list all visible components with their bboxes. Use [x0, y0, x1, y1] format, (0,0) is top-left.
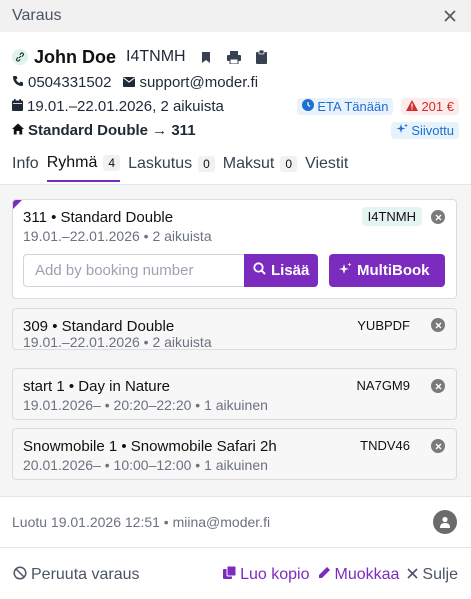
created-info: Luotu 19.01.2026 12:51 • miina@moder.fi	[12, 514, 271, 530]
warning-icon	[406, 99, 419, 114]
edit-button[interactable]: Muokkaa	[318, 566, 399, 584]
tab-laskutus[interactable]: Laskutus 0	[128, 152, 215, 182]
contact-line: 0504331502 support@moder.fi	[12, 70, 459, 94]
bookmark-icon[interactable]	[198, 49, 214, 65]
user-icon[interactable]	[433, 510, 457, 534]
group-item[interactable]: start 1 • Day in Nature 19.01.2026– • 20…	[12, 368, 457, 420]
booking-dates: 19.01.–22.01.2026, 2 aikuista	[27, 97, 224, 115]
clock-icon	[302, 98, 315, 114]
group-item-subtitle: 19.01.–22.01.2026 • 2 aikuista	[23, 334, 212, 350]
close-icon[interactable]	[441, 7, 459, 25]
pencil-icon	[318, 566, 331, 584]
remove-icon[interactable]	[431, 379, 445, 393]
balance-badge: 201 €	[401, 97, 459, 115]
room-line: Standard Double → 311 Siivottu	[12, 118, 459, 142]
group-item-title: 309 • Standard Double	[23, 318, 175, 335]
mail-icon	[123, 74, 136, 91]
remove-icon[interactable]	[431, 439, 445, 453]
printer-icon[interactable]	[226, 49, 242, 65]
tab-count: 4	[103, 155, 121, 171]
booking-header: John Doe I4TNMH 0504331502 support@moder…	[0, 32, 471, 142]
booking-panel: Varaus John Doe I4TNMH 0504331502 suppor…	[0, 0, 471, 599]
action-bar: Peruuta varaus Luo kopio Muokkaa Sulje	[0, 560, 471, 590]
ban-icon	[13, 565, 27, 585]
group-item-title: Snowmobile 1 • Snowmobile Safari 2h	[23, 438, 277, 455]
group-item-code: YUBPDF	[357, 318, 410, 333]
guest-email[interactable]: support@moder.fi	[139, 74, 258, 91]
tab-info[interactable]: Info	[12, 152, 39, 182]
eta-badge: ETA Tänään	[297, 97, 394, 115]
create-copy-button[interactable]: Luo kopio	[223, 565, 310, 584]
group-item-subtitle: 19.01.–22.01.2026 • 2 aikuista	[23, 228, 212, 244]
booking-meta: Luotu 19.01.2026 12:51 • miina@moder.fi	[0, 497, 471, 548]
group-list: 311 • Standard Double 19.01.–22.01.2026 …	[0, 184, 471, 497]
group-item[interactable]: Snowmobile 1 • Snowmobile Safari 2h 20.0…	[12, 428, 457, 480]
cancel-booking-button[interactable]: Peruuta varaus	[13, 565, 140, 585]
tab-count: 0	[280, 156, 298, 172]
group-item-code: TNDV46	[360, 438, 410, 453]
clipboard-icon[interactable]	[254, 49, 270, 65]
phone-icon	[12, 74, 24, 91]
group-item-subtitle: 20.01.2026– • 10:00–12:00 • 1 aikuinen	[23, 457, 268, 473]
remove-icon[interactable]	[431, 318, 445, 332]
booking-number-input[interactable]	[23, 254, 245, 287]
dates-line: 19.01.–22.01.2026, 2 aikuista ETA Tänään…	[12, 94, 459, 118]
group-item-title: 311 • Standard Double	[23, 209, 174, 226]
sparkle-icon	[338, 262, 352, 280]
group-item[interactable]: 309 • Standard Double 19.01.–22.01.2026 …	[12, 308, 457, 350]
room-assignment: Standard Double → 311	[28, 121, 196, 139]
search-icon	[253, 262, 266, 279]
add-booking-button[interactable]: Lisää	[244, 254, 318, 287]
remove-icon[interactable]	[431, 210, 445, 224]
home-icon	[12, 122, 24, 139]
group-item-code: I4TNMH	[361, 207, 422, 226]
group-item-title: start 1 • Day in Nature	[23, 378, 170, 395]
tab-viestit[interactable]: Viestit	[305, 152, 348, 182]
group-item-subtitle: 19.01.2026– • 20:20–22:20 • 1 aikuinen	[23, 397, 268, 413]
sparkle-icon	[396, 123, 409, 138]
link-icon[interactable]	[12, 49, 28, 65]
cleaning-status-badge[interactable]: Siivottu	[391, 121, 459, 139]
close-icon	[407, 566, 418, 584]
calendar-icon	[12, 98, 23, 115]
close-button[interactable]: Sulje	[407, 566, 458, 584]
group-item-code: NA7GM9	[356, 378, 410, 393]
tab-maksut[interactable]: Maksut 0	[223, 152, 298, 182]
tab-bar: Info Ryhmä 4 Laskutus 0 Maksut 0 Viestit	[0, 152, 471, 182]
guest-row: John Doe I4TNMH	[12, 44, 459, 70]
guest-name: John Doe	[34, 46, 117, 67]
booking-code: I4TNMH	[126, 48, 186, 65]
copy-icon	[223, 565, 237, 584]
title-bar: Varaus	[0, 0, 471, 32]
tab-ryhma[interactable]: Ryhmä 4	[46, 152, 121, 182]
current-marker	[13, 200, 22, 209]
multibook-button[interactable]: MultiBook	[329, 254, 445, 287]
guest-phone[interactable]: 0504331502	[28, 74, 111, 91]
group-item-current[interactable]: 311 • Standard Double 19.01.–22.01.2026 …	[12, 199, 457, 299]
window-title: Varaus	[12, 7, 62, 24]
tab-count: 0	[198, 156, 215, 172]
